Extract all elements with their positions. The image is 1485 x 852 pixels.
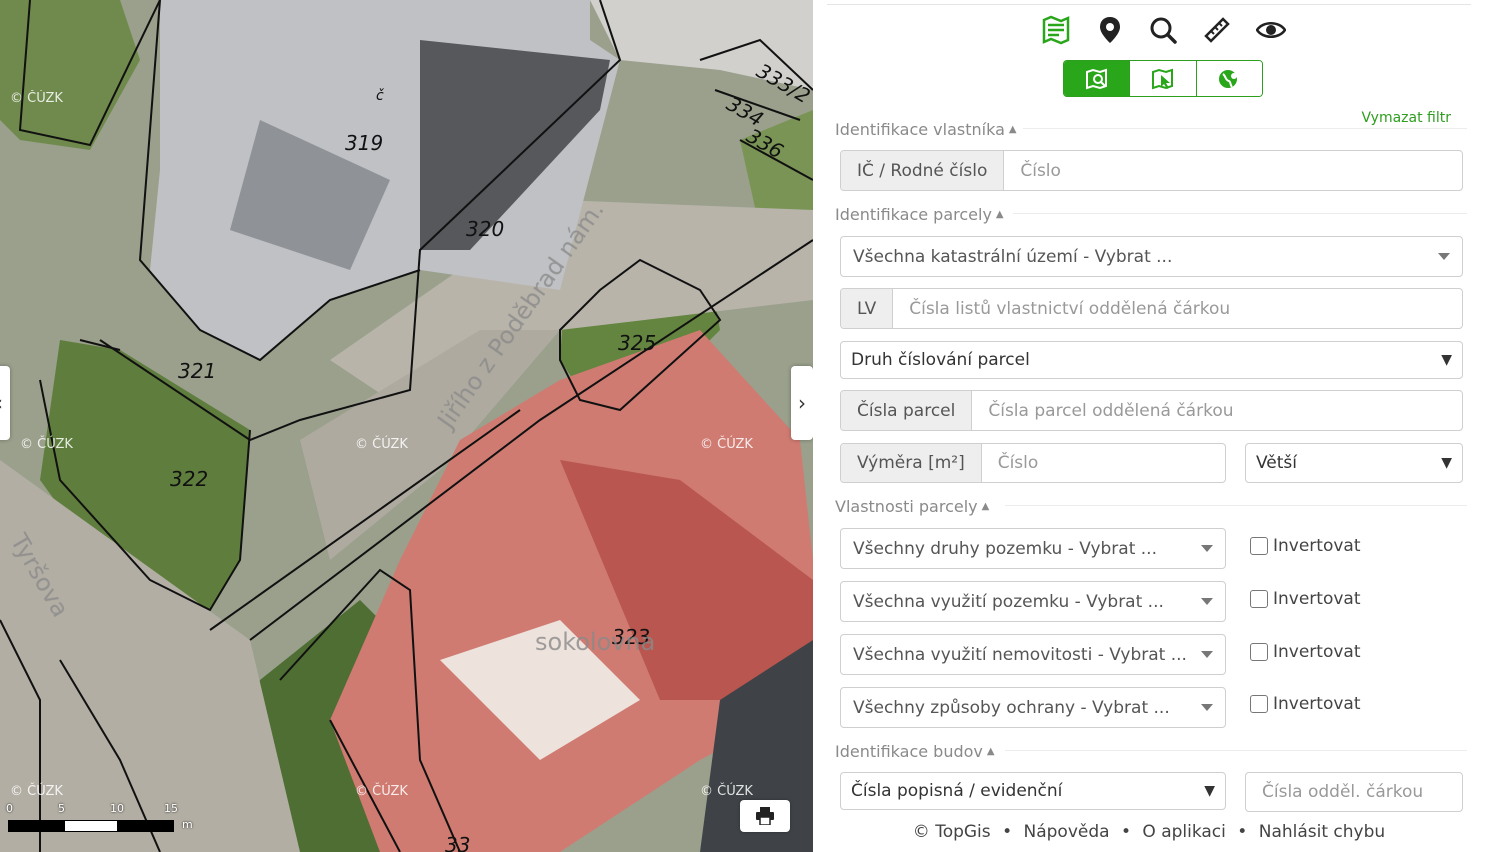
footer-separator: • bbox=[1002, 822, 1013, 842]
printer-icon bbox=[756, 807, 774, 825]
owner-id-field: IČ / Rodné číslo Číslo bbox=[840, 150, 1463, 191]
invert-checkbox[interactable]: Invertovat bbox=[1250, 589, 1361, 609]
lv-field: LV Čísla listů vlastnictví oddělená čárk… bbox=[840, 288, 1463, 329]
cadastral-area-select[interactable]: Všechna katastrální území - Vybrat ... bbox=[840, 236, 1463, 277]
checkbox-box[interactable] bbox=[1250, 590, 1268, 608]
scale-tick: 15 bbox=[164, 802, 178, 815]
about-link[interactable]: O aplikaci bbox=[1142, 822, 1225, 842]
svg-text:© ČÚZK: © ČÚZK bbox=[700, 783, 753, 799]
measure-icon[interactable] bbox=[1201, 14, 1233, 46]
map-select-icon[interactable] bbox=[1130, 61, 1197, 96]
owner-section-title[interactable]: Identifikace vlastníka ▲ bbox=[835, 120, 1017, 139]
building-numbers-field: Čísla odděl. čárkou bbox=[1245, 772, 1463, 812]
svg-text:321: 321 bbox=[178, 359, 216, 383]
search-mode-group bbox=[1063, 60, 1263, 97]
owner-id-input[interactable]: Číslo bbox=[1004, 151, 1462, 190]
report-bug-link[interactable]: Nahlásit chybu bbox=[1259, 822, 1385, 842]
dropdown-arrow-icon bbox=[1201, 651, 1213, 658]
svg-text:© ČÚZK: © ČÚZK bbox=[10, 783, 63, 799]
checkbox-box[interactable] bbox=[1250, 695, 1268, 713]
svg-text:320: 320 bbox=[466, 217, 504, 241]
dropdown-arrow-icon bbox=[1201, 598, 1213, 605]
copyright-text: © TopGis bbox=[912, 822, 991, 842]
eye-icon[interactable] bbox=[1255, 14, 1287, 46]
map-search-icon[interactable] bbox=[1064, 61, 1131, 96]
parcel-section-title[interactable]: Identifikace parcely ▲ bbox=[835, 205, 1004, 224]
buildings-section-title[interactable]: Identifikace budov ▲ bbox=[835, 742, 995, 761]
land-use-select[interactable]: Všechna využití pozemku - Vybrat ... bbox=[840, 581, 1226, 622]
parcel-numbers-input[interactable]: Čísla parcel oddělená čárkou bbox=[972, 391, 1462, 430]
scale-tick: 10 bbox=[110, 802, 124, 815]
lv-input[interactable]: Čísla listů vlastnictví oddělená čárkou bbox=[893, 289, 1462, 328]
dropdown-arrow-icon bbox=[1201, 545, 1213, 552]
map-book-icon[interactable] bbox=[1040, 14, 1072, 46]
svg-text:© ČÚZK: © ČÚZK bbox=[355, 436, 408, 452]
globe-icon[interactable] bbox=[1196, 61, 1262, 96]
invert-checkbox[interactable]: Invertovat bbox=[1250, 694, 1361, 714]
help-link[interactable]: Nápověda bbox=[1024, 822, 1110, 842]
location-pin-icon[interactable] bbox=[1094, 14, 1126, 46]
lv-addon: LV bbox=[841, 289, 894, 328]
parcel-numbers-field: Čísla parcel Čísla parcel oddělená čárko… bbox=[840, 390, 1463, 431]
footer-separator: • bbox=[1120, 822, 1131, 842]
svg-text:325: 325 bbox=[618, 331, 656, 355]
invert-checkbox[interactable]: Invertovat bbox=[1250, 536, 1361, 556]
map-view[interactable]: 319 320 321 322 325 323 č 333/2 334 336 … bbox=[0, 0, 813, 852]
parcel-numbers-addon: Čísla parcel bbox=[841, 391, 973, 430]
svg-text:33: 33 bbox=[445, 833, 470, 852]
footer-separator: • bbox=[1237, 822, 1248, 842]
svg-text:č: č bbox=[376, 88, 384, 104]
invert-checkbox[interactable]: Invertovat bbox=[1250, 642, 1361, 662]
scale-tick: 0 bbox=[6, 802, 13, 815]
svg-text:sokolovna: sokolovna bbox=[535, 628, 655, 656]
area-field: Výměra [m²] Číslo bbox=[840, 443, 1226, 483]
scale-unit: m bbox=[182, 818, 193, 831]
clear-filter-link[interactable]: Vymazat filtr bbox=[1361, 110, 1451, 126]
checkbox-box[interactable] bbox=[1250, 537, 1268, 555]
chevron-down-icon: ▼ bbox=[1441, 455, 1452, 471]
orthophoto-layer: 319 320 321 322 325 323 č 333/2 334 336 … bbox=[0, 0, 813, 852]
footer: © TopGis • Nápověda • O aplikaci • Nahlá… bbox=[813, 822, 1485, 842]
land-type-select[interactable]: Všechny druhy pozemku - Vybrat ... bbox=[840, 528, 1226, 569]
svg-text:© ČÚZK: © ČÚZK bbox=[700, 436, 753, 452]
building-number-type-select[interactable]: Čísla popisná / evidenční ▼ bbox=[840, 772, 1226, 810]
dropdown-arrow-icon bbox=[1201, 704, 1213, 711]
area-compare-select[interactable]: Větší ▼ bbox=[1245, 443, 1463, 483]
owner-id-addon: IČ / Rodné číslo bbox=[841, 151, 1005, 190]
svg-text:© ČÚZK: © ČÚZK bbox=[355, 783, 408, 799]
building-numbers-input[interactable]: Čísla odděl. čárkou bbox=[1246, 773, 1462, 811]
print-button[interactable] bbox=[740, 800, 790, 832]
search-panel: Identifikace vlastníka ▲ Vymazat filtr IČ… bbox=[813, 0, 1485, 852]
property-use-select[interactable]: Všechna využití nemovitosti - Vybrat ... bbox=[840, 634, 1226, 675]
svg-text:322: 322 bbox=[170, 467, 208, 491]
scale-bar: 0 5 10 15 m bbox=[6, 802, 206, 838]
map-left-arrow[interactable]: ‹ bbox=[0, 366, 10, 440]
panel-toggle-arrow[interactable]: › bbox=[791, 366, 813, 440]
chevron-down-icon: ▼ bbox=[1441, 352, 1452, 368]
dropdown-arrow-icon bbox=[1438, 253, 1450, 260]
scale-tick: 5 bbox=[58, 802, 65, 815]
area-input[interactable]: Číslo bbox=[982, 444, 1225, 482]
area-addon: Výměra [m²] bbox=[841, 444, 982, 482]
svg-text:319: 319 bbox=[345, 131, 383, 155]
chevron-down-icon: ▼ bbox=[1204, 783, 1215, 799]
checkbox-box[interactable] bbox=[1250, 643, 1268, 661]
protection-select[interactable]: Všechny způsoby ochrany - Vybrat ... bbox=[840, 687, 1226, 728]
properties-section-title[interactable]: Vlastnosti parcely ▲ bbox=[835, 497, 989, 516]
parcel-numbering-select[interactable]: Druh číslování parcel ▼ bbox=[840, 341, 1463, 379]
search-icon[interactable] bbox=[1147, 14, 1179, 46]
svg-text:© ČÚZK: © ČÚZK bbox=[20, 436, 73, 452]
svg-text:© ČÚZK: © ČÚZK bbox=[10, 90, 63, 106]
